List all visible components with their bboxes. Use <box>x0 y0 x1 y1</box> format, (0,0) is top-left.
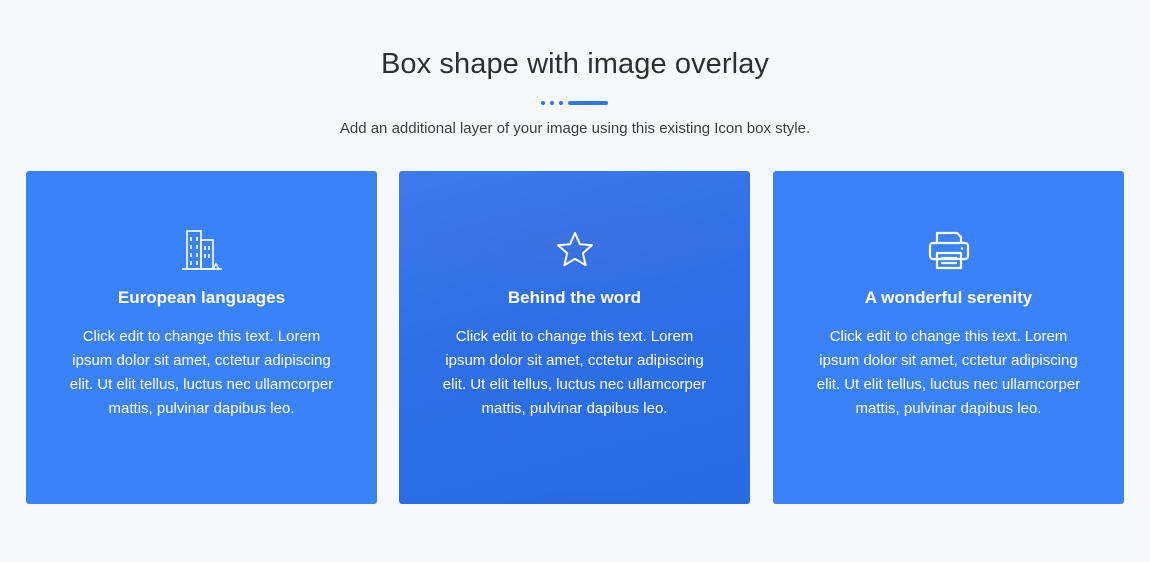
star-icon <box>399 227 750 273</box>
separator-dot <box>541 101 545 105</box>
icon-box-card-a-wonderful-serenity: A wonderful serenity Click edit to chang… <box>773 171 1124 504</box>
section-title: Box shape with image overlay <box>380 48 770 80</box>
separator-dot <box>550 101 554 105</box>
icon-box-card-european-languages: European languages Click edit to change … <box>26 171 377 504</box>
building-icon <box>26 227 377 273</box>
printer-icon <box>773 227 1124 273</box>
card-title: A wonderful serenity <box>864 288 1033 307</box>
separator-dot <box>559 101 563 105</box>
title-separator <box>541 101 609 106</box>
card-title: European languages <box>117 288 286 307</box>
card-text: Click edit to change this text. Lorem ip… <box>442 328 707 417</box>
card-text: Click edit to change this text. Lorem ip… <box>69 328 334 417</box>
card-title: Behind the word <box>507 288 642 307</box>
card-text: Click edit to change this text. Lorem ip… <box>816 328 1081 417</box>
icon-box-card-behind-the-word: Behind the word Click edit to change thi… <box>399 171 750 504</box>
section-subtitle: Add an additional layer of your image us… <box>339 120 811 137</box>
icon-box-section: Box shape with image overlay Add an addi… <box>0 0 1150 562</box>
separator-line <box>568 101 608 105</box>
